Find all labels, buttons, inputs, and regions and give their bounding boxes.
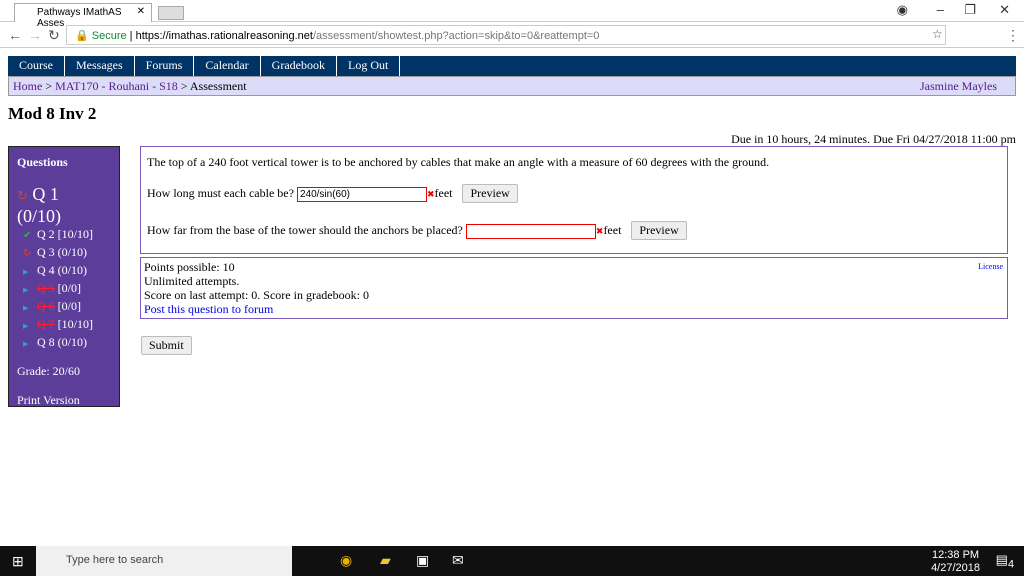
menu-course[interactable]: Course: [8, 56, 65, 76]
mail-icon[interactable]: ✉: [452, 552, 464, 569]
menu-forums[interactable]: Forums: [135, 56, 195, 76]
close-tab-icon[interactable]: ✕: [137, 6, 145, 17]
menu-messages[interactable]: Messages: [65, 56, 135, 76]
question-box: The top of a 240 foot vertical tower is …: [140, 146, 1008, 254]
bookmark-star-icon[interactable]: ☆: [932, 27, 943, 41]
chrome-taskbar-icon[interactable]: ◉: [340, 552, 352, 569]
question-link[interactable]: ▶ Q 7 [10/10]: [17, 316, 111, 334]
retry-icon: ↻: [17, 188, 28, 203]
minimize-button[interactable]: –: [937, 2, 944, 17]
post-to-forum-link[interactable]: Post this question to forum: [144, 302, 273, 316]
clock[interactable]: 12:38 PM 4/27/2018: [931, 549, 980, 575]
license-link[interactable]: License: [978, 260, 1003, 274]
url-host: https://imathas.rationalreasoning.net: [135, 30, 313, 42]
close-window-button[interactable]: ✕: [999, 2, 1010, 18]
cable-length-input[interactable]: 240/sin(60): [296, 186, 427, 202]
question-link[interactable]: ▶ Q 8 (0/10): [17, 334, 111, 352]
submit-button[interactable]: Submit: [141, 336, 192, 355]
question-text: The top of a 240 foot vertical tower is …: [147, 155, 770, 169]
taskbar-search[interactable]: Type here to search: [36, 546, 292, 576]
anchor-distance-input[interactable]: [465, 223, 596, 239]
search-placeholder: Type here to search: [66, 554, 164, 566]
part2-unit: feet: [603, 223, 622, 237]
grade: Grade: 20/60: [17, 364, 80, 378]
question-link[interactable]: ▶ Q 4 (0/10): [17, 262, 111, 280]
check-icon: ✔: [23, 230, 32, 241]
user-name[interactable]: Jasmine Mayles: [920, 79, 997, 94]
sidebar-heading: Questions: [17, 155, 68, 169]
url-field[interactable]: 🔒 Secure | https://imathas.rationalreaso…: [66, 25, 946, 45]
part1-prompt: How long must each cable be?: [147, 186, 294, 200]
breadcrumb-current: Assessment: [189, 79, 247, 93]
arrow-icon: ▶: [23, 340, 29, 348]
secure-label: Secure: [91, 30, 127, 42]
file-explorer-icon[interactable]: ▰: [380, 552, 391, 569]
menu-logout[interactable]: Log Out: [337, 56, 401, 76]
reload-icon[interactable]: ↻: [48, 27, 60, 44]
question-link[interactable]: ▶ Q 6 [0/0]: [17, 298, 111, 316]
back-icon[interactable]: ←: [8, 27, 22, 43]
menu-gradebook[interactable]: Gradebook: [261, 56, 337, 76]
retry-icon: ↻: [23, 248, 32, 259]
taskbar: ⊞ Type here to search ◉ ▰ ▣ ✉ 12:38 PM 4/…: [0, 546, 1024, 576]
notifications-icon[interactable]: ▤4: [996, 552, 1014, 571]
browser-tab-bar: Pathways IMathAS Asses ✕ ◉ – ❐ ✕: [0, 0, 1024, 29]
new-tab-button[interactable]: [158, 6, 184, 20]
part1-unit: feet: [434, 186, 453, 200]
profile-icon[interactable]: ◉: [897, 2, 908, 18]
page-title: Mod 8 Inv 2: [8, 104, 97, 123]
arrow-icon: ▶: [23, 286, 29, 294]
preview-button-1[interactable]: Preview: [462, 184, 518, 203]
question-link[interactable]: ↻ Q 3 (0/10): [17, 244, 111, 262]
questions-sidebar: Questions ↻ Q 1 (0/10) ✔ Q 2 [10/10] ↻ Q 3 (…: [8, 146, 120, 407]
current-question[interactable]: ↻ Q 1 (0/10): [17, 184, 111, 226]
main-menu: Course Messages Forums Calendar Gradeboo…: [8, 56, 1016, 76]
arrow-icon: ▶: [23, 304, 29, 312]
url-path: /assessment/showtest.php?action=skip&to=…: [312, 30, 600, 42]
print-version-link[interactable]: Print Version: [17, 393, 111, 408]
breadcrumb: Home > MAT170 - Rouhani - S18 > Assessme…: [8, 76, 1016, 96]
store-icon[interactable]: ▣: [416, 552, 429, 569]
score: Score on last attempt: 0. Score in grade…: [144, 288, 369, 302]
address-bar-row: ← → ↻ 🔒 Secure | https://imathas.rationa…: [0, 22, 1024, 48]
windows-start-icon[interactable]: ⊞: [12, 553, 24, 570]
browser-tab[interactable]: Pathways IMathAS Asses ✕: [14, 3, 152, 29]
preview-button-2[interactable]: Preview: [631, 221, 687, 240]
part2-prompt: How far from the base of the tower shoul…: [147, 223, 463, 237]
incorrect-icon: ✖: [426, 189, 435, 199]
chrome-menu-icon[interactable]: ⋮: [1006, 27, 1020, 44]
menu-calendar[interactable]: Calendar: [194, 56, 261, 76]
due-date: Due in 10 hours, 24 minutes. Due Fri 04/…: [731, 132, 1016, 146]
attempts: Unlimited attempts.: [144, 274, 240, 288]
question-link[interactable]: ▶ Q 5 [0/0]: [17, 280, 111, 298]
question-info: License Points possible: 10 Unlimited at…: [140, 257, 1008, 319]
forward-icon[interactable]: →: [28, 27, 42, 43]
breadcrumb-home[interactable]: Home: [13, 79, 42, 93]
question-link[interactable]: ✔ Q 2 [10/10]: [17, 226, 111, 244]
restore-button[interactable]: ❐: [964, 2, 976, 18]
points-possible: Points possible: 10: [144, 260, 235, 274]
breadcrumb-course[interactable]: MAT170 - Rouhani - S18: [55, 79, 178, 93]
arrow-icon: ▶: [23, 268, 29, 276]
arrow-icon: ▶: [23, 322, 29, 330]
